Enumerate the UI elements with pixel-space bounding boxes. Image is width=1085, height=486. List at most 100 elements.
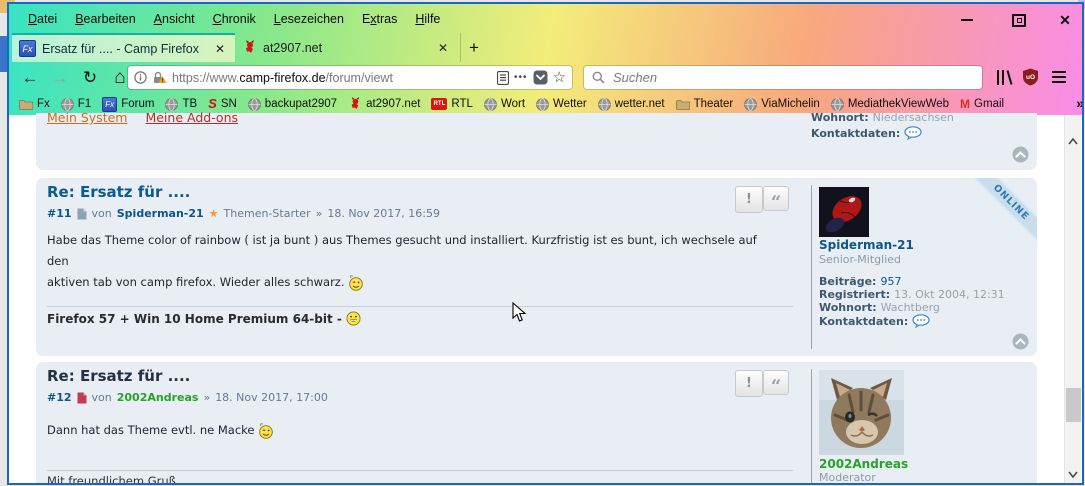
wink-smiley-icon [259,422,273,439]
quote-post-button[interactable]: “ [763,370,789,395]
menu-datei[interactable]: Datei [19,12,66,26]
bookmarks-overflow-chevron[interactable]: » [1076,95,1082,111]
post-number[interactable]: #12 [47,391,72,404]
post-doc-icon-new [77,392,87,403]
tab-close-icon[interactable]: ✕ [435,41,451,55]
bookmark-backupat2907[interactable]: backupat2907 [247,97,337,111]
scrollbar-thumb[interactable] [1066,388,1081,422]
menu-chronik[interactable]: Chronik [204,12,265,26]
post-panel-11: Re: Ersatz für .... #11 von Spiderman-21… [36,178,1037,356]
globe-icon [830,97,844,111]
post-body-line: den [47,254,69,268]
navigation-toolbar: ← → ↻ ⌂ https://www.camp-firefox.de/foru… [9,62,1082,93]
back-button[interactable]: ← [17,65,43,90]
bookmark-at2907[interactable]: at2907.net [348,97,420,111]
svg-text:uO: uO [1026,74,1035,81]
menu-lesezeichen[interactable]: Lesezeichen [265,12,353,26]
search-icon [592,71,605,84]
meta-separator: » [203,391,211,404]
menu-ansicht[interactable]: Ansicht [145,12,204,26]
post-panel-12: Re: Ersatz für .... #12 von 2002Andreas … [36,362,1037,485]
mein-system-link[interactable]: Mein System [47,110,127,125]
signature: Mit freundlichem Gruß [47,474,176,485]
forum-page: Mein System Meine Add-ons Wohnort: Nieder… [9,110,1082,485]
url-bar[interactable]: https://www.camp-firefox.de/forum/viewt … [128,66,572,89]
wink-smiley-icon [349,274,363,291]
post-doc-icon [77,208,87,219]
profile-username[interactable]: Spiderman-21 [819,238,914,252]
restore-button[interactable] [1006,12,1032,28]
close-window-button[interactable]: ✕ [1052,12,1078,28]
tab-camp-firefox[interactable]: Fx Ersatz für .... - Camp Firefox ✕ [12,33,235,62]
globe-icon [484,97,497,111]
page-scrollbar[interactable] [1064,115,1081,483]
bookmark-wort[interactable]: Wort [484,97,525,111]
devil-favicon [246,40,254,53]
profile-field-registriert: Registriert: 13. Okt 2004, 12:31 [819,288,1005,301]
search-bar[interactable] [584,66,982,89]
bookmark-rtl[interactable]: RTL RTL [431,98,473,110]
post-meta: #11 von Spiderman-21 ★ Themen-Starter » … [47,207,440,220]
post-date: 18. Nov 2017, 17:00 [215,391,328,404]
globe-icon [536,97,549,111]
bookmark-mediathekviewweb[interactable]: MediathekViewWeb [830,97,949,111]
bookmark-gmail[interactable]: M Gmail [960,98,1004,110]
post-body-line: Dann hat das Theme evtl. ne Macke [47,420,274,441]
menu-extras[interactable]: Extras [353,12,406,26]
profile-username[interactable]: 2002Andreas [819,457,908,471]
scrollbar-down-icon[interactable] [1068,469,1078,479]
pm-bubble-icon[interactable] [904,126,922,140]
bookmark-sn[interactable]: S SN [208,97,237,110]
bookmark-viamichelin[interactable]: ViaMichelin [744,97,820,111]
post-count-link[interactable]: 957 [880,275,901,288]
globe-icon [744,97,758,111]
post-title-link[interactable]: Re: Ersatz für .... [47,183,190,201]
avatar-spiderman[interactable] [819,187,869,237]
menu-bearbeiten[interactable]: Bearbeiten [66,12,144,26]
scroll-top-icon[interactable] [1012,146,1029,163]
bookmark-wetter[interactable]: Wetter [536,97,587,111]
pm-bubble-icon[interactable] [912,314,930,328]
devil-icon [351,97,360,110]
author-link[interactable]: 2002Andreas [117,391,199,404]
forward-button[interactable]: → [47,65,73,90]
hamburger-menu-icon[interactable] [1052,71,1066,83]
bookmark-wetter-net[interactable]: wetter.net [597,97,665,111]
tab-close-icon[interactable]: ✕ [212,42,228,56]
reload-button[interactable]: ↻ [77,65,103,90]
new-tab-button[interactable]: + [460,33,487,62]
page-info-icon[interactable] [134,71,147,84]
profile-field-wohnort: Wohnort: Wachtberg [819,301,940,314]
page-actions-icon[interactable]: ••• [514,72,528,83]
scroll-top-icon[interactable] [1012,333,1029,350]
scrollbar-up-icon[interactable] [1068,137,1078,147]
search-input[interactable] [611,69,974,86]
bookmark-tb[interactable]: TB [165,97,197,111]
report-post-button[interactable]: ! [735,370,763,397]
ublock-origin-icon[interactable]: uO [1022,68,1039,86]
post-number[interactable]: #11 [47,207,72,220]
bookmark-star-icon[interactable]: ☆ [553,70,566,85]
menu-bar: Datei Bearbeiten Ansicht Chronik Lesezei… [9,4,1082,33]
signature-divider [47,306,793,307]
reader-mode-icon[interactable] [497,70,510,85]
bookmark-theater[interactable]: Theater [675,98,733,110]
pocket-icon[interactable] [533,70,548,85]
tab-at2907[interactable]: at2907.net ✕ [235,33,458,62]
minimize-button[interactable] [954,12,980,28]
insecure-lock-icon[interactable] [152,71,167,85]
bookmark-fx[interactable]: Fx [19,98,50,110]
quote-post-button[interactable]: “ [763,186,789,211]
menu-hilfe[interactable]: Hilfe [406,12,449,26]
profile-field-kontakt: Kontaktdaten: [811,126,922,140]
mouse-cursor [512,302,527,322]
bookmark-f1[interactable]: F1 [60,97,91,111]
author-link[interactable]: Spiderman-21 [117,207,204,220]
post-meta: #12 von 2002Andreas » 18. Nov 2017, 17:0… [47,391,328,404]
library-icon[interactable] [995,69,1013,86]
avatar-cat[interactable] [819,370,904,455]
tab-title: Ersatz für .... - Camp Firefox [42,41,199,56]
meine-addons-link[interactable]: Meine Add-ons [145,110,238,125]
report-post-button[interactable]: ! [735,186,763,213]
post-title-link[interactable]: Re: Ersatz für .... [47,367,190,385]
